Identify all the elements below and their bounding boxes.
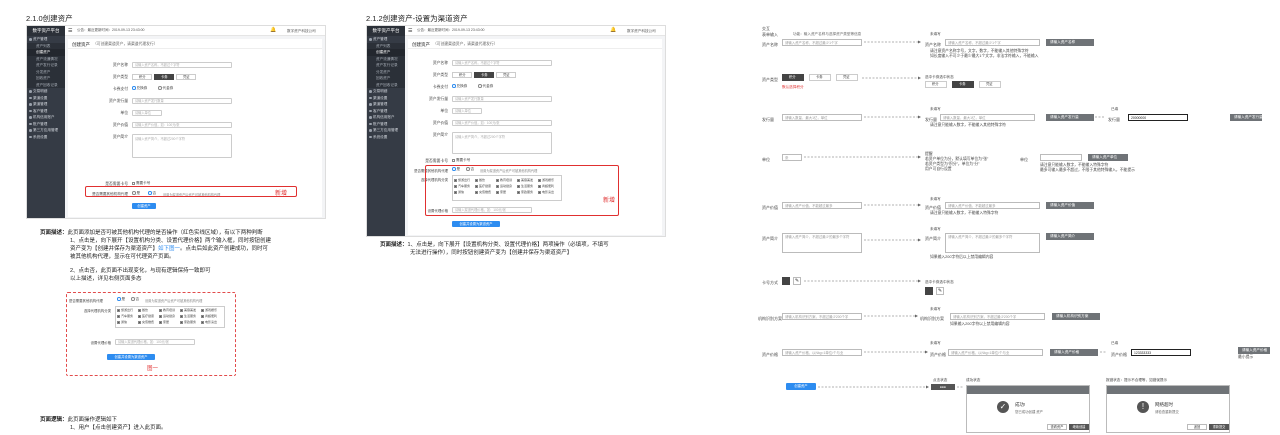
spec-arrows xyxy=(804,40,1106,389)
